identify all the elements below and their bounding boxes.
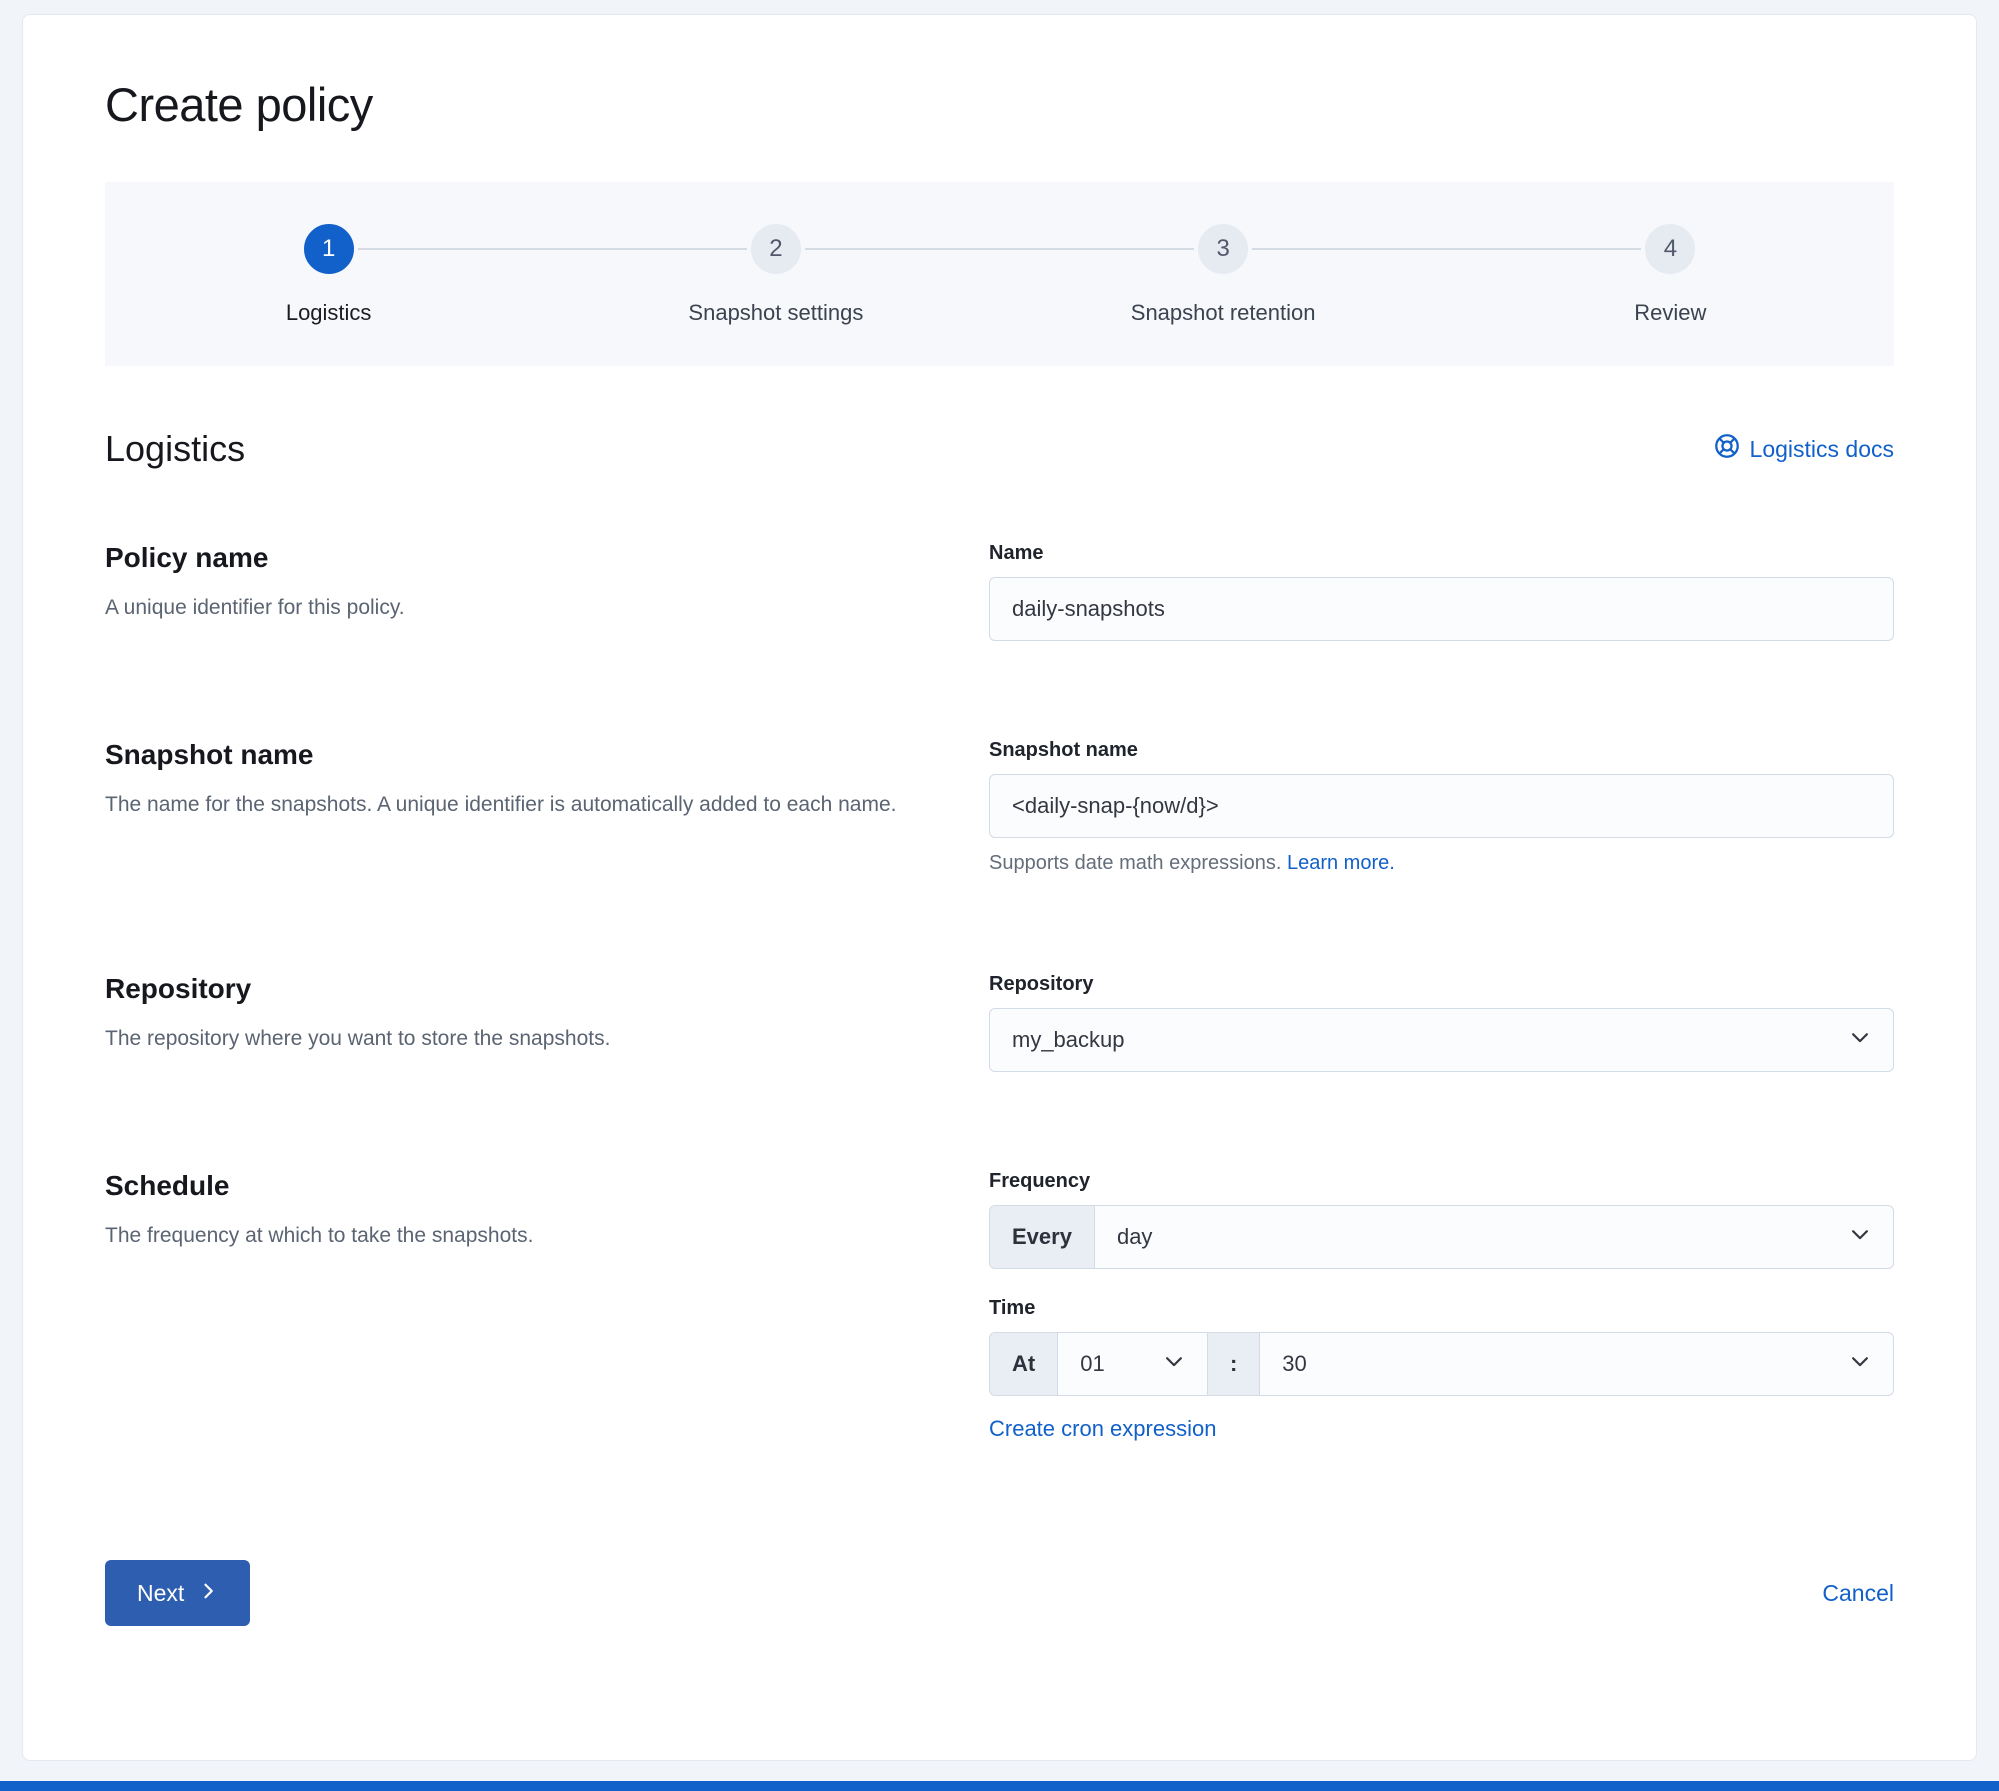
snapshot-name-field-col: Snapshot name Supports date math express… <box>989 739 1894 875</box>
bottom-accent-bar <box>0 1781 1999 1791</box>
step-review[interactable]: 4 Review <box>1447 220 1894 326</box>
minute-selected-value: 30 <box>1282 1351 1307 1376</box>
chevron-down-icon <box>1849 1350 1871 1378</box>
next-button-label: Next <box>137 1579 185 1606</box>
snapshot-name-field-label: Snapshot name <box>989 739 1138 761</box>
snapshot-name-description-col: Snapshot name The name for the snapshots… <box>105 739 934 875</box>
step-3-circle: 3 <box>1194 220 1253 278</box>
repository-description-col: Repository The repository where you want… <box>105 973 934 1072</box>
repository-select[interactable]: my_backup <box>989 1008 1894 1072</box>
schedule-row: Schedule The frequency at which to take … <box>105 1170 1894 1442</box>
wizard-footer: Next Cancel <box>105 1560 1894 1626</box>
schedule-field-col: Frequency Every day Time At 01: 30 Crea… <box>989 1170 1894 1442</box>
time-control: At 01 : 30 <box>989 1332 1894 1396</box>
policy-name-description: A unique identifier for this policy. <box>105 596 405 619</box>
chevron-down-icon <box>1849 1223 1871 1251</box>
step-snapshot-retention[interactable]: 3 Snapshot retention <box>1000 220 1447 326</box>
step-4-label: Review <box>1634 300 1707 325</box>
frequency-label: Frequency <box>989 1170 1091 1192</box>
repository-heading: Repository <box>105 973 252 1004</box>
section-title: Logistics <box>105 428 246 469</box>
next-button[interactable]: Next <box>105 1560 251 1626</box>
time-separator: : <box>1208 1333 1261 1395</box>
step-2-label: Snapshot settings <box>688 300 864 325</box>
hour-selected-value: 01 <box>1080 1351 1105 1376</box>
step-4-circle: 4 <box>1641 220 1700 278</box>
time-prepend: At <box>990 1333 1059 1395</box>
frequency-control: Every day <box>989 1205 1894 1269</box>
step-1-circle: 1 <box>299 220 358 278</box>
frequency-prepend: Every <box>990 1206 1095 1268</box>
repository-row: Repository The repository where you want… <box>105 973 1894 1072</box>
step-2-circle: 2 <box>746 220 805 278</box>
section-header: Logistics Logistics docs <box>105 428 1894 470</box>
step-snapshot-settings[interactable]: 2 Snapshot settings <box>552 220 999 326</box>
logistics-docs-label: Logistics docs <box>1749 435 1894 462</box>
time-field: Time At 01 : 30 Create cron expression <box>989 1297 1894 1442</box>
schedule-description: The frequency at which to take the snaps… <box>105 1224 534 1247</box>
step-progress: 1 Logistics 2 Snapshot settings 3 Snapsh… <box>105 182 1894 366</box>
schedule-heading: Schedule <box>105 1170 230 1201</box>
chevron-right-icon <box>198 1580 218 1607</box>
snapshot-name-row: Snapshot name The name for the snapshots… <box>105 739 1894 875</box>
logistics-docs-link[interactable]: Logistics docs <box>1714 433 1894 465</box>
time-label: Time <box>989 1297 1036 1319</box>
snapshot-name-heading: Snapshot name <box>105 739 314 770</box>
create-cron-expression-link[interactable]: Create cron expression <box>989 1416 1216 1442</box>
hour-select[interactable]: 01 <box>1058 1333 1209 1395</box>
page-title: Create policy <box>105 78 373 131</box>
cancel-link[interactable]: Cancel <box>1822 1580 1894 1607</box>
frequency-selected-value: day <box>1116 1224 1153 1249</box>
learn-more-link[interactable]: Learn more. <box>1287 852 1395 874</box>
name-field-label: Name <box>989 542 1044 564</box>
policy-name-field-col: Name <box>989 542 1894 641</box>
step-logistics[interactable]: 1 Logistics <box>105 220 552 326</box>
minute-select[interactable]: 30 <box>1260 1333 1893 1395</box>
snapshot-name-description: The name for the snapshots. A unique ide… <box>105 793 897 816</box>
policy-name-input[interactable] <box>989 577 1894 641</box>
schedule-description-col: Schedule The frequency at which to take … <box>105 1170 934 1442</box>
snapshot-name-help: Supports date math expressions. Learn mo… <box>989 852 1894 875</box>
chevron-down-icon <box>1163 1350 1185 1378</box>
step-1-label: Logistics <box>285 300 372 325</box>
policy-name-heading: Policy name <box>105 542 269 573</box>
frequency-select[interactable]: day <box>1095 1206 1893 1268</box>
create-policy-card: Create policy 1 Logistics 2 Snapshot set… <box>22 14 1977 1761</box>
step-3-label: Snapshot retention <box>1130 300 1316 325</box>
snapshot-name-input[interactable] <box>989 774 1894 838</box>
repository-selected-value: my_backup <box>1012 1027 1125 1052</box>
repository-field-col: Repository my_backup <box>989 973 1894 1072</box>
help-ring-icon <box>1714 433 1740 465</box>
frequency-field: Frequency Every day <box>989 1170 1894 1269</box>
policy-name-row: Policy name A unique identifier for this… <box>105 542 1894 641</box>
chevron-down-icon <box>1849 1026 1871 1054</box>
snapshot-name-help-text: Supports date math expressions. <box>989 852 1282 874</box>
repository-description: The repository where you want to store t… <box>105 1027 611 1050</box>
repository-field-label: Repository <box>989 973 1094 995</box>
policy-name-description-col: Policy name A unique identifier for this… <box>105 542 934 641</box>
